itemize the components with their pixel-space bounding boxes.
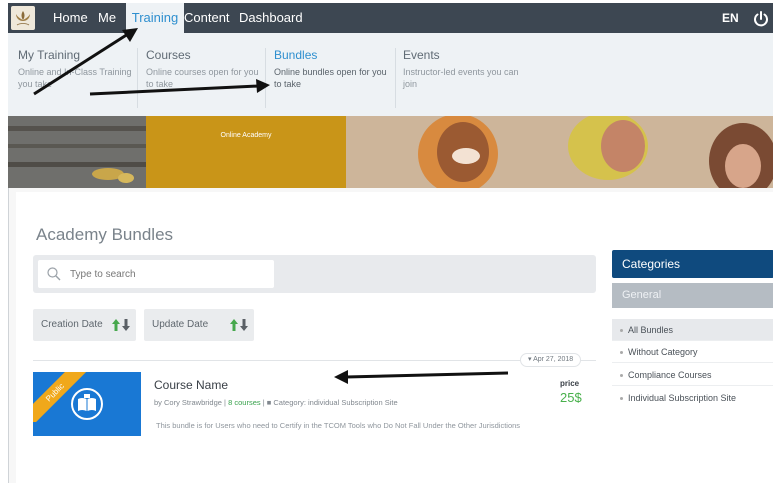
- annotation-arrow-course-name: [334, 370, 509, 384]
- annotation-arrows: [33, 28, 509, 384]
- annotation-arrow-training: [33, 28, 138, 96]
- annotation-arrow-bundles: [89, 79, 270, 96]
